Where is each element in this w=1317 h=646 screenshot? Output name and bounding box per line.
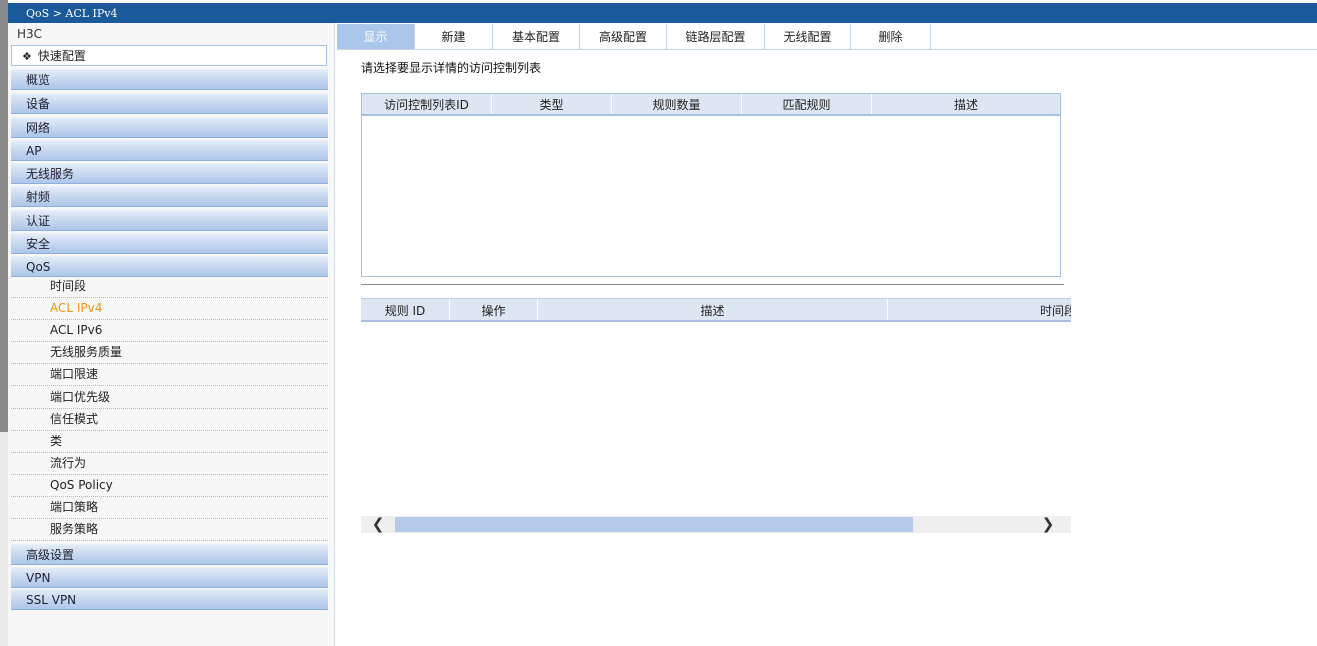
tab-bar: 显示 新建 基本配置 高级配置 链路层配置 无线配置 删除: [337, 24, 1317, 50]
tab-advanced-config[interactable]: 高级配置: [580, 24, 667, 49]
sidebar-item-service-policy[interactable]: 服务策略: [11, 519, 328, 541]
col-header-rule-count[interactable]: 规则数量: [612, 94, 742, 114]
col-header-acl-id[interactable]: 访问控制列表ID: [362, 94, 492, 114]
nav-group-auth[interactable]: 认证: [11, 210, 328, 231]
section-divider: [361, 284, 1064, 285]
sidebar-item-port-rate-limit[interactable]: 端口限速: [11, 364, 328, 386]
col-header-rule-id[interactable]: 规则 ID: [361, 299, 450, 320]
nav-group-network[interactable]: 网络: [11, 117, 328, 138]
col-header-description[interactable]: 描述: [872, 94, 1060, 114]
tab-new[interactable]: 新建: [415, 24, 493, 49]
acl-select-prompt: 请选择要显示详情的访问控制列表: [361, 61, 542, 75]
sidebar-item-time-range[interactable]: 时间段: [11, 276, 328, 298]
tab-link-layer-config[interactable]: 链路层配置: [667, 24, 765, 49]
nav-group-ap[interactable]: AP: [11, 140, 328, 161]
sidebar-item-trust-mode[interactable]: 信任模式: [11, 409, 328, 431]
rule-table-header: 规则 ID 操作 描述 时间段: [361, 298, 1071, 322]
tab-display[interactable]: 显示: [337, 24, 415, 49]
col-header-rule-description[interactable]: 描述: [538, 299, 888, 320]
nav-group-overview[interactable]: 概览: [11, 69, 328, 90]
brand-label: H3C: [17, 27, 43, 41]
tab-delete[interactable]: 删除: [851, 24, 931, 49]
scrollbar-thumb[interactable]: [395, 517, 913, 532]
nav-group-qos[interactable]: QoS: [11, 256, 328, 277]
sidebar-item-acl-ipv4[interactable]: ACL IPv4: [11, 298, 328, 320]
acl-table-header: 访问控制列表ID 类型 规则数量 匹配规则 描述: [362, 94, 1060, 116]
sidebar-item-qos-policy[interactable]: QoS Policy: [11, 475, 328, 497]
sidebar-item-acl-ipv6[interactable]: ACL IPv6: [11, 320, 328, 342]
sidebar-item-traffic-behavior[interactable]: 流行为: [11, 453, 328, 475]
breadcrumb: QoS > ACL IPv4: [8, 3, 1317, 23]
quick-config-item[interactable]: ❖ 快速配置: [11, 45, 327, 66]
tab-wireless-config[interactable]: 无线配置: [765, 24, 851, 49]
sidebar: H3C ❖ 快速配置 概览 设备 网络 AP 无线服务 射频 认证 安全 QoS …: [8, 23, 335, 646]
nav-group-wireless-service[interactable]: 无线服务: [11, 163, 328, 184]
col-header-match-rule[interactable]: 匹配规则: [742, 94, 872, 114]
window-edge: [0, 0, 8, 432]
window-edge-lower: [0, 432, 8, 646]
acl-list-table[interactable]: 访问控制列表ID 类型 规则数量 匹配规则 描述: [361, 93, 1061, 277]
nav-group-ssl-vpn[interactable]: SSL VPN: [11, 589, 328, 610]
chevron-right-icon[interactable]: ❯: [1031, 516, 1065, 533]
nav-group-security[interactable]: 安全: [11, 233, 328, 254]
nav-group-vpn[interactable]: VPN: [11, 567, 328, 588]
horizontal-scrollbar[interactable]: ❮ ❯: [361, 516, 1071, 533]
nav-group-advanced[interactable]: 高级设置: [11, 544, 328, 565]
quick-config-label: 快速配置: [37, 49, 86, 63]
nav-group-device[interactable]: 设备: [11, 93, 328, 114]
sidebar-item-port-priority[interactable]: 端口优先级: [11, 387, 328, 409]
col-header-action[interactable]: 操作: [450, 299, 538, 320]
diamond-bullet-icon: ❖: [22, 50, 32, 63]
tab-basic-config[interactable]: 基本配置: [493, 24, 580, 49]
sidebar-item-wireless-qos[interactable]: 无线服务质量: [11, 342, 328, 364]
col-header-type[interactable]: 类型: [492, 94, 612, 114]
sidebar-item-port-policy[interactable]: 端口策略: [11, 497, 328, 519]
col-header-time-range[interactable]: 时间段: [888, 299, 1071, 320]
sidebar-item-class[interactable]: 类: [11, 431, 328, 453]
nav-group-radio[interactable]: 射频: [11, 186, 328, 207]
chevron-left-icon[interactable]: ❮: [361, 516, 395, 533]
